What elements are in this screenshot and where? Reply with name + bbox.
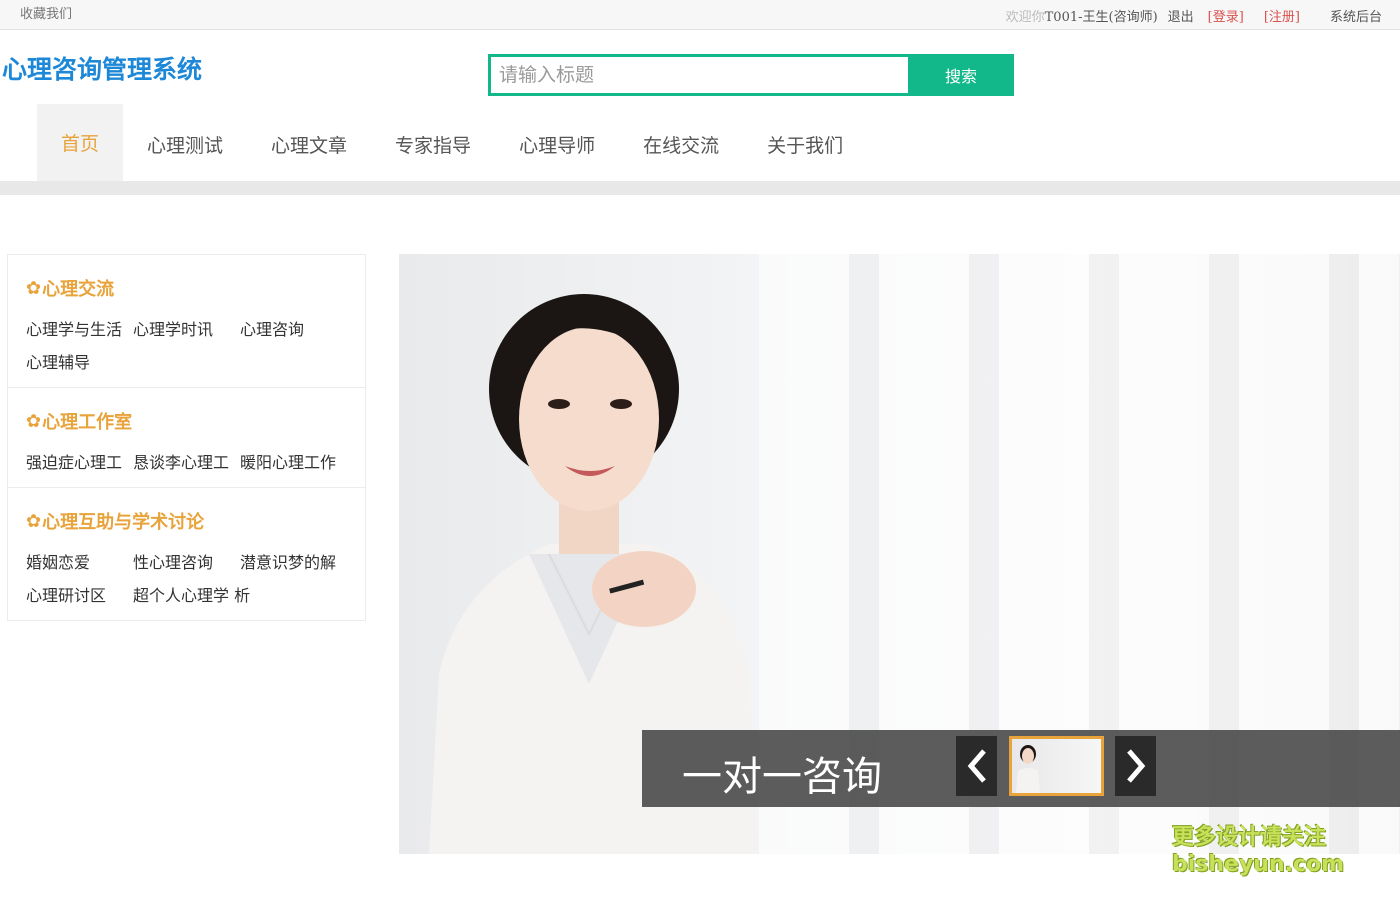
sidebar-link[interactable]: 心理研讨区 [26, 585, 133, 606]
search-button[interactable]: 搜索 [908, 54, 1014, 96]
nav-divider [0, 181, 1400, 195]
sidebar-links: 心理学与生活 心理学时讯 心理咨询 心理辅导 [26, 319, 347, 373]
sidebar-group-header: ✿ 心理工作室 [26, 408, 347, 434]
banner-caption-bar: 一对一咨询 [642, 730, 1400, 807]
sidebar-group-header: ✿ 心理互助与学术讨论 [26, 508, 347, 534]
user-bar: 欢迎你 T001-王生(咨询师) 退出 [登录] [注册] 系统后台 [1006, 6, 1382, 25]
sidebar-group-title: 心理互助与学术讨论 [42, 512, 205, 533]
sidebar-link[interactable]: 暖阳心理工作 [240, 452, 347, 473]
category-sidebar: ✿ 心理交流 心理学与生活 心理学时讯 心理咨询 心理辅导 ✿ 心理工作室 强迫… [7, 254, 366, 621]
register-link[interactable]: [注册] [1264, 6, 1300, 25]
sidebar-links: 强迫症心理工 恳谈李心理工 暖阳心理工作 [26, 452, 347, 473]
admin-link[interactable]: 系统后台 [1330, 6, 1382, 25]
nav-item-expert-guidance[interactable]: 专家指导 [371, 104, 495, 184]
sidebar-link[interactable]: 心理学时讯 [133, 319, 240, 340]
slide-thumbnail[interactable] [1009, 736, 1104, 796]
banner-caption-title: 一对一咨询 [682, 754, 882, 800]
slide-next-button[interactable] [1115, 736, 1156, 796]
sidebar-group: ✿ 心理工作室 强迫症心理工 恳谈李心理工 暖阳心理工作 [8, 388, 365, 488]
gear-icon: ✿ [26, 277, 42, 299]
watermark: 更多设计请关注 bisheyun.com [1172, 824, 1344, 878]
sidebar-link[interactable]: 心理辅导 [26, 352, 133, 373]
slide-prev-button[interactable] [956, 736, 997, 796]
welcome-text: 欢迎你 [1005, 10, 1045, 25]
logout-link[interactable]: 退出 [1168, 6, 1194, 25]
sidebar-link[interactable]: 恳谈李心理工 [133, 452, 240, 473]
sidebar-group-title: 心理交流 [42, 279, 115, 300]
sidebar-link[interactable]: 潜意识梦的解 [240, 552, 347, 573]
nav-item-about[interactable]: 关于我们 [743, 104, 867, 184]
sidebar-links: 婚姻恋爱 性心理咨询 潜意识梦的解 心理研讨区 超个人心理学 析 [26, 552, 347, 606]
chevron-left-icon [967, 749, 986, 783]
search-bar: 搜索 [488, 54, 1014, 96]
thumbnail-image [1016, 745, 1040, 793]
sidebar-link[interactable]: 心理咨询 [240, 319, 347, 340]
hero-banner[interactable]: 一对一咨询 [399, 254, 1400, 854]
sidebar-group-title: 心理工作室 [42, 412, 133, 433]
search-input[interactable] [488, 54, 908, 96]
gear-icon: ✿ [26, 510, 42, 532]
top-bar: 收藏我们 欢迎你 T001-王生(咨询师) 退出 [登录] [注册] 系统后台 [0, 0, 1400, 30]
nav-item-online-chat[interactable]: 在线交流 [619, 104, 743, 184]
sidebar-link[interactable]: 性心理咨询 [133, 552, 240, 573]
login-link[interactable]: [登录] [1208, 6, 1244, 25]
watermark-line: 更多设计请关注 [1172, 825, 1327, 850]
nav-item-mentors[interactable]: 心理导师 [495, 104, 619, 184]
sidebar-group: ✿ 心理互助与学术讨论 婚姻恋爱 性心理咨询 潜意识梦的解 心理研讨区 超个人心… [8, 488, 365, 620]
sidebar-group-header: ✿ 心理交流 [26, 275, 347, 301]
gear-icon: ✿ [26, 410, 42, 432]
sidebar-link[interactable]: 超个人心理学 析 [133, 585, 263, 606]
chevron-right-icon [1126, 749, 1145, 783]
nav-item-articles[interactable]: 心理文章 [247, 104, 371, 184]
site-logo[interactable]: 心理咨询管理系统 [2, 50, 202, 86]
sidebar-group: ✿ 心理交流 心理学与生活 心理学时讯 心理咨询 心理辅导 [8, 255, 365, 388]
user-name: T001-王生(咨询师) [1044, 10, 1158, 25]
main-nav: 首页 心理测试 心理文章 专家指导 心理导师 在线交流 关于我们 [37, 104, 867, 184]
sidebar-link[interactable]: 强迫症心理工 [26, 452, 133, 473]
sidebar-link[interactable]: 婚姻恋爱 [26, 552, 133, 573]
watermark-line: bisheyun.com [1172, 852, 1345, 877]
nav-item-home[interactable]: 首页 [37, 104, 124, 184]
favorite-link[interactable]: 收藏我们 [20, 3, 72, 22]
sidebar-link[interactable]: 心理学与生活 [26, 319, 133, 340]
nav-item-psych-test[interactable]: 心理测试 [123, 104, 247, 184]
